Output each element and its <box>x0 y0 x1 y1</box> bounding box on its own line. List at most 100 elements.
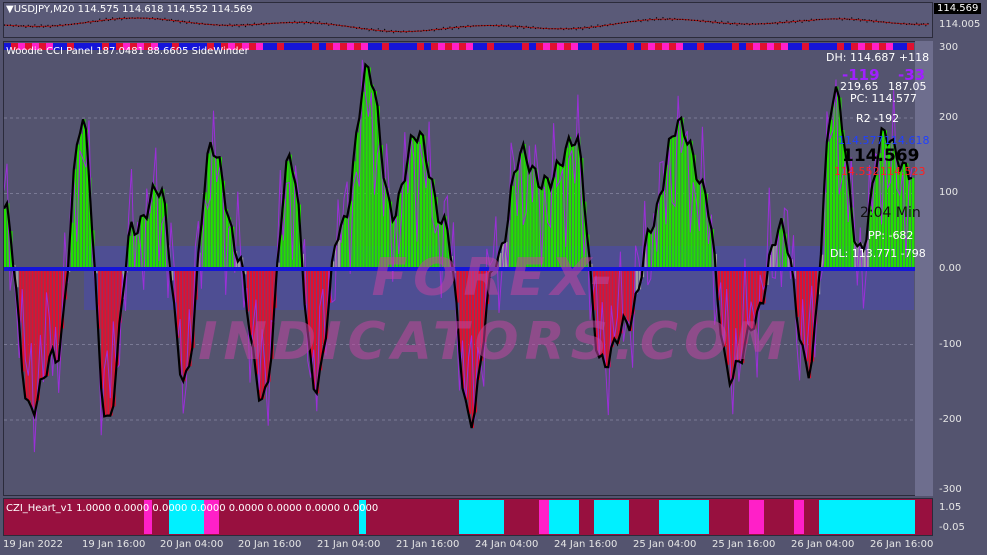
trend-strip-cell <box>515 43 522 50</box>
time-label: 25 Jan 16:00 <box>712 539 776 550</box>
heart-axis-label: 1.05 <box>939 502 962 513</box>
heart-segment <box>709 500 749 534</box>
trend-strip-cell <box>900 43 907 50</box>
trend-strip-cell <box>522 43 529 50</box>
heart-segment <box>629 500 659 534</box>
heart-segment <box>559 500 579 534</box>
heart-segment <box>594 500 629 534</box>
trend-strip-cell <box>858 43 865 50</box>
trend-strip-cell <box>662 43 669 50</box>
cci-down-bar <box>28 269 31 401</box>
trend-strip-cell <box>564 43 571 50</box>
trend-strip-cell <box>655 43 662 50</box>
daily-high: DH: 114.687 +118 <box>826 51 930 64</box>
current-price-tag: 114.569 <box>934 3 982 14</box>
trend-strip-cell <box>417 43 424 50</box>
moving-average-line <box>4 17 929 33</box>
trend-strip-cell <box>494 43 501 50</box>
trend-strip-cell <box>431 43 438 50</box>
price-bars <box>4 16 930 34</box>
trend-strip-cell <box>690 43 697 50</box>
price-big: 114.569 <box>842 146 920 166</box>
trend-strip-cell <box>543 43 550 50</box>
trend-strip-cell <box>396 43 403 50</box>
trend-strip-cell <box>340 43 347 50</box>
trend-strip-cell <box>886 43 893 50</box>
trend-strip-cell <box>550 43 557 50</box>
trend-strip-cell <box>788 43 795 50</box>
trend-strip-cell <box>767 43 774 50</box>
time-label: 21 Jan 04:00 <box>317 539 381 550</box>
price-panel-header: ▼USDJPY,M20 114.575 114.618 114.552 114.… <box>6 4 253 15</box>
trend-strip-cell <box>508 43 515 50</box>
trend-strip-cell <box>620 43 627 50</box>
trend-strip-cell <box>382 43 389 50</box>
trend-strip-cell <box>641 43 648 50</box>
trend-strip-cell <box>578 43 585 50</box>
trend-strip-cell <box>333 43 340 50</box>
trend-strip-cell <box>277 43 284 50</box>
trend-strip-cell <box>536 43 543 50</box>
trend-strip-cell <box>718 43 725 50</box>
cci-axis-label: 100 <box>939 187 959 198</box>
cci-axis-label: -100 <box>939 339 962 350</box>
trend-strip-cell <box>781 43 788 50</box>
heart-segment <box>579 500 594 534</box>
trend-strip-cell <box>438 43 445 50</box>
trend-strip-cell <box>361 43 368 50</box>
trend-strip-cell <box>704 43 711 50</box>
time-label: 24 Jan 16:00 <box>554 539 618 550</box>
trend-strip-cell <box>732 43 739 50</box>
heart-segment <box>764 500 794 534</box>
trend-strip-cell <box>375 43 382 50</box>
right-axis-strip <box>915 41 933 496</box>
trend-strip-cell <box>368 43 375 50</box>
time-label: 26 Jan 16:00 <box>870 539 934 550</box>
cci-axis-label: 300 <box>939 42 959 53</box>
trend-strip-cell <box>606 43 613 50</box>
time-label: 21 Jan 16:00 <box>396 539 460 550</box>
trend-strip-cell <box>452 43 459 50</box>
time-label: 19 Jan 2022 <box>3 539 63 550</box>
trend-strip-cell <box>760 43 767 50</box>
time-label: 20 Jan 16:00 <box>238 539 302 550</box>
trend-strip-cell <box>291 43 298 50</box>
trend-strip-cell <box>599 43 606 50</box>
trend-strip-cell <box>410 43 417 50</box>
heart-panel-title: CZI_Heart_v1 1.0000 0.0000 0.0000 0.0000… <box>6 503 379 514</box>
trend-strip-cell <box>613 43 620 50</box>
cci-down-bar <box>34 269 37 416</box>
bar-timer: 2:04 Min <box>860 205 921 221</box>
time-label: 26 Jan 04:00 <box>791 539 855 550</box>
trend-strip-cell <box>711 43 718 50</box>
price-axis-label: 114.005 <box>939 19 981 30</box>
trend-strip-cell <box>893 43 900 50</box>
trend-strip-cell <box>326 43 333 50</box>
trend-strip-cell <box>879 43 886 50</box>
trend-strip-cell <box>263 43 270 50</box>
trend-strip-cell <box>627 43 634 50</box>
trend-strip-cell <box>487 43 494 50</box>
r2-level: R2 -192 <box>856 112 900 125</box>
trend-strip-cell <box>284 43 291 50</box>
trend-strip-cell <box>802 43 809 50</box>
cci-axis-label: -300 <box>939 484 962 495</box>
cci-axis-label: 200 <box>939 112 959 123</box>
heart-segment <box>549 500 559 534</box>
trend-strip-cell <box>830 43 837 50</box>
cci-panel-title: Woodie CCI Panel 187.0481 88.6605 SideWi… <box>6 46 249 57</box>
heart-segment <box>459 500 504 534</box>
low-price: 114.552 <box>834 165 880 178</box>
heart-segment <box>804 500 819 534</box>
time-axis: 19 Jan 2022 19 Jan 16:00 20 Jan 04:00 20… <box>0 537 987 555</box>
cci-up-bar <box>362 91 365 269</box>
trend-strip-cell <box>907 43 914 50</box>
trend-strip-cell <box>837 43 844 50</box>
trend-strip-cell <box>795 43 802 50</box>
heart-segment <box>659 500 672 534</box>
trend-strip-cell <box>592 43 599 50</box>
trend-strip-cell <box>648 43 655 50</box>
trend-strip-cell <box>739 43 746 50</box>
heart-segment <box>672 500 709 534</box>
heart-segment <box>366 500 459 534</box>
